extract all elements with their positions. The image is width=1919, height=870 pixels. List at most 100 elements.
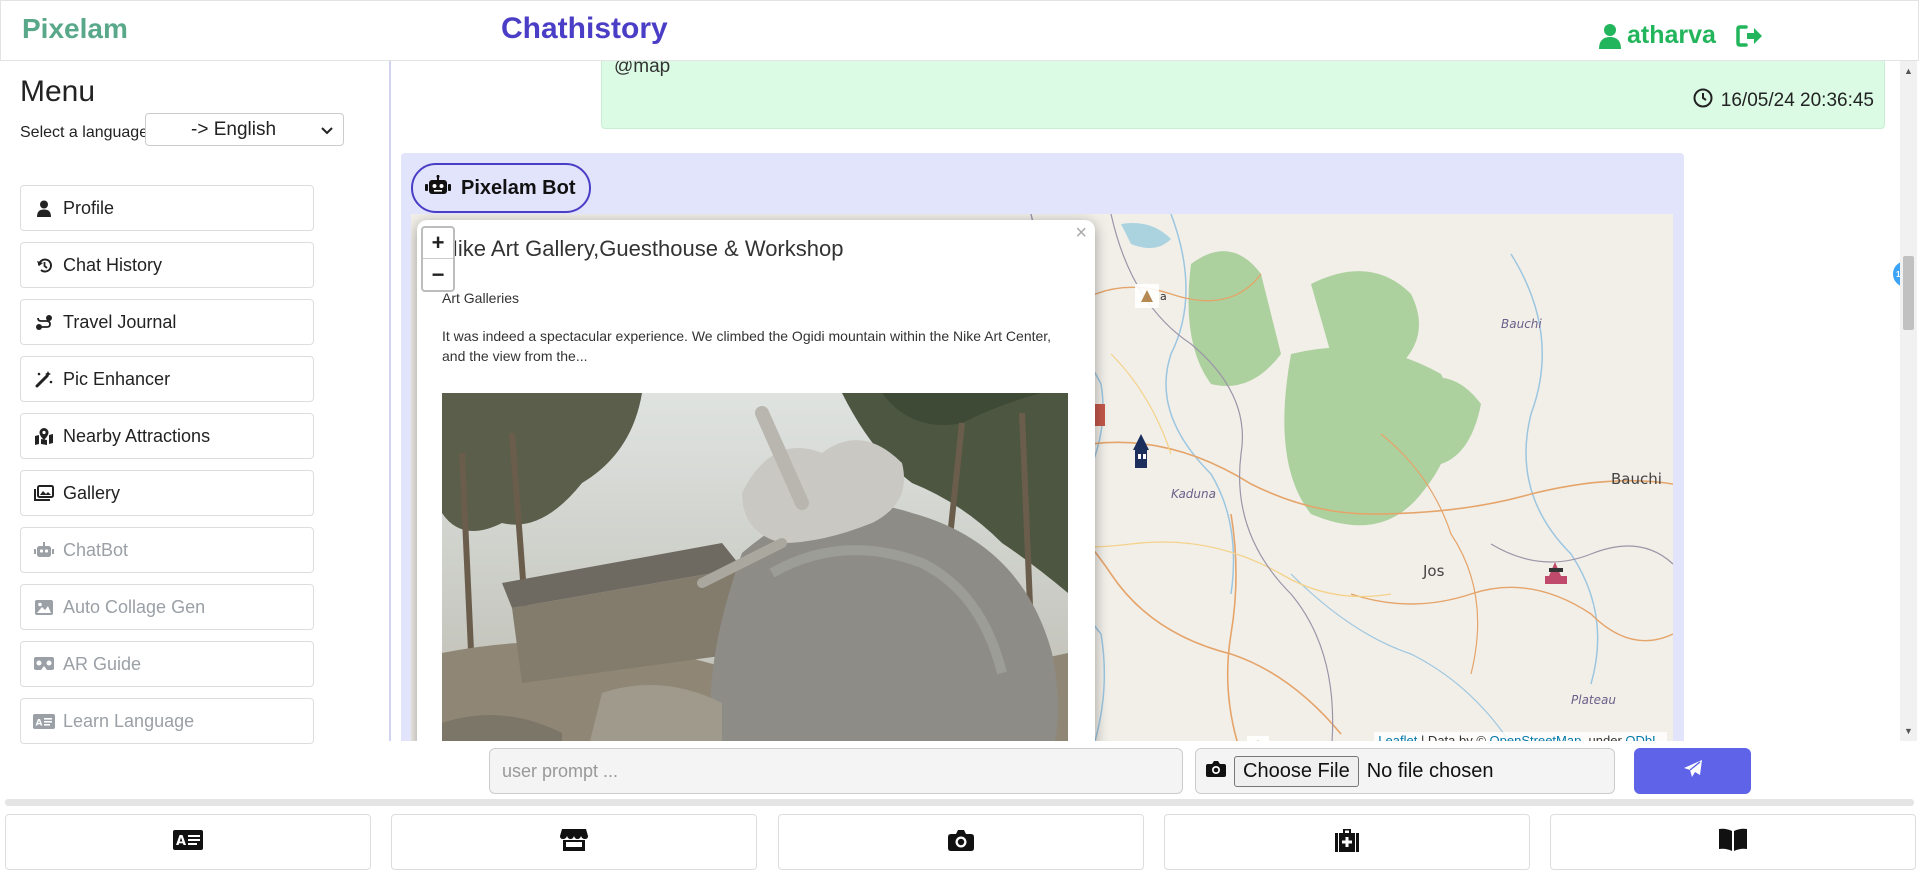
sidebar-item-ar-guide[interactable]: AR Guide	[20, 641, 314, 687]
divider	[5, 799, 1914, 806]
sidebar-item-label: Travel Journal	[63, 311, 177, 332]
user-message-bubble: @map 16/05/24 20:36:45	[601, 61, 1885, 129]
popup-category: Art Galleries	[442, 290, 520, 306]
input-row: user prompt ... Choose File No file chos…	[0, 741, 1919, 799]
magic-wand-icon	[33, 370, 55, 388]
user-icon	[1599, 23, 1621, 49]
sidebar-item-label: Pic Enhancer	[63, 368, 171, 389]
map-popup: × Nike Art Gallery,Guesthouse & Workshop…	[417, 220, 1095, 741]
page-title: Chathistory	[501, 12, 668, 45]
choose-file-button[interactable]: Choose File	[1234, 755, 1359, 787]
scroll-thumb[interactable]	[1903, 256, 1914, 330]
language-select-value: -> English	[191, 118, 277, 140]
menu-list: Profile Chat History Travel Journal Pic …	[20, 185, 314, 755]
history-icon	[33, 257, 55, 274]
sidebar-item-chatbot[interactable]: ChatBot	[20, 527, 314, 573]
scroll-down-icon[interactable]: ▼	[1904, 726, 1913, 736]
sidebar-item-chat-history[interactable]: Chat History	[20, 242, 314, 288]
book-icon	[1718, 828, 1748, 857]
attribution-text: | Data by ©	[1417, 733, 1490, 741]
leaflet-link[interactable]: Leaflet	[1378, 733, 1417, 741]
sidebar-item-label: Nearby Attractions	[63, 425, 211, 446]
logout-icon[interactable]	[1736, 24, 1764, 48]
sidebar-item-label: Gallery	[63, 482, 121, 503]
map-zoom-control: + −	[421, 226, 455, 292]
sidebar-item-travel-journal[interactable]: Travel Journal	[20, 299, 314, 345]
nav-button-language[interactable]: A	[5, 814, 371, 870]
map-label: Plateau	[1571, 693, 1616, 707]
sidebar-item-auto-collage-gen[interactable]: Auto Collage Gen	[20, 584, 314, 630]
popup-description: It was indeed a spectacular experience. …	[442, 328, 1052, 364]
map-label: Kaduna	[1171, 487, 1216, 501]
language-card-icon: A	[33, 713, 55, 729]
bot-message-bubble: Pixelam Bot Bauchi Bauchi Kaduna Jos Pla…	[401, 153, 1684, 741]
sidebar-item-label: ChatBot	[63, 539, 129, 560]
username[interactable]: atharva	[1627, 21, 1716, 50]
chat-area[interactable]: @map 16/05/24 20:36:45 Pixelam Bot Bauch…	[389, 61, 1917, 741]
images-icon	[33, 485, 55, 501]
prompt-input[interactable]: user prompt ...	[489, 748, 1183, 794]
map-label: Bauchi	[1501, 317, 1542, 331]
sidebar-item-label: Profile	[63, 197, 115, 218]
clock-icon	[1693, 88, 1713, 114]
map-view[interactable]: Bauchi Bauchi Kaduna Jos Plateau a + − ×…	[411, 214, 1673, 741]
brand-logo-text[interactable]: Pixelam	[22, 13, 128, 45]
chat-scrollbar[interactable]: ▲ ▼	[1900, 61, 1917, 741]
sidebar-item-label: Auto Collage Gen	[63, 596, 206, 617]
language-card-icon: A	[173, 829, 203, 855]
paper-plane-icon	[1683, 759, 1703, 784]
message-timestamp: 16/05/24 20:36:45	[1693, 88, 1874, 114]
user-icon	[33, 200, 55, 217]
odbl-link[interactable]: ODbL.	[1625, 733, 1663, 741]
sidebar-item-learn-language[interactable]: A Learn Language	[20, 698, 314, 744]
zoom-in-button[interactable]: +	[423, 228, 453, 259]
popup-close-button[interactable]: ×	[1075, 222, 1087, 245]
menu-title: Menu	[20, 75, 96, 108]
zoom-out-button[interactable]: −	[423, 259, 453, 290]
nav-button-book[interactable]	[1550, 814, 1916, 870]
send-button[interactable]	[1634, 748, 1751, 794]
robot-icon	[425, 175, 451, 201]
file-status-text: No file chosen	[1366, 759, 1494, 782]
sidebar-item-nearby-attractions[interactable]: Nearby Attractions	[20, 413, 314, 459]
camera-icon	[1206, 760, 1226, 783]
store-icon	[560, 828, 588, 857]
camera-icon	[948, 829, 974, 856]
map-location-icon	[33, 427, 55, 445]
file-upload-field[interactable]: Choose File No file chosen	[1195, 748, 1615, 794]
svg-text:A: A	[36, 718, 43, 728]
bot-sender-name: Pixelam Bot	[461, 176, 576, 199]
map-label: Jos	[1422, 562, 1445, 580]
nav-button-store[interactable]	[391, 814, 757, 870]
language-select[interactable]: -> English	[145, 113, 344, 146]
map-label: a	[1160, 290, 1167, 303]
sidebar-item-label: Learn Language	[63, 710, 195, 731]
user-message-text: @map	[614, 61, 671, 77]
popup-photo	[442, 393, 1068, 741]
map-attribution: Leaflet | Data by © OpenStreetMap, under…	[1374, 732, 1667, 741]
sidebar-item-profile[interactable]: Profile	[20, 185, 314, 231]
bot-sender-tag: Pixelam Bot	[411, 163, 592, 213]
sidebar-item-label: Chat History	[63, 254, 163, 275]
prompt-placeholder: user prompt ...	[502, 760, 619, 781]
top-header: Pixelam Chathistory atharva	[0, 0, 1919, 61]
osm-link[interactable]: OpenStreetMap	[1490, 733, 1582, 741]
sidebar: Menu Select a language: -> English Profi…	[0, 61, 344, 761]
vr-goggles-icon	[33, 657, 55, 671]
map-marker-icon[interactable]	[1135, 284, 1159, 308]
bottom-nav: A	[0, 812, 1919, 870]
nav-button-medical[interactable]	[1164, 814, 1530, 870]
scroll-up-icon[interactable]: ▲	[1904, 66, 1913, 76]
timestamp-text: 16/05/24 20:36:45	[1720, 90, 1874, 111]
svg-text:A: A	[176, 834, 186, 849]
sidebar-item-label: AR Guide	[63, 653, 142, 674]
attribution-text: , under	[1581, 733, 1626, 741]
sidebar-item-pic-enhancer[interactable]: Pic Enhancer	[20, 356, 314, 402]
map-label: Bauchi	[1611, 470, 1662, 488]
route-icon	[33, 314, 55, 331]
language-label: Select a language:	[20, 124, 153, 141]
sidebar-item-gallery[interactable]: Gallery	[20, 470, 314, 516]
nav-button-camera[interactable]	[778, 814, 1144, 870]
robot-icon	[33, 542, 55, 558]
popup-title: Nike Art Gallery,Guesthouse & Workshop	[442, 236, 844, 261]
